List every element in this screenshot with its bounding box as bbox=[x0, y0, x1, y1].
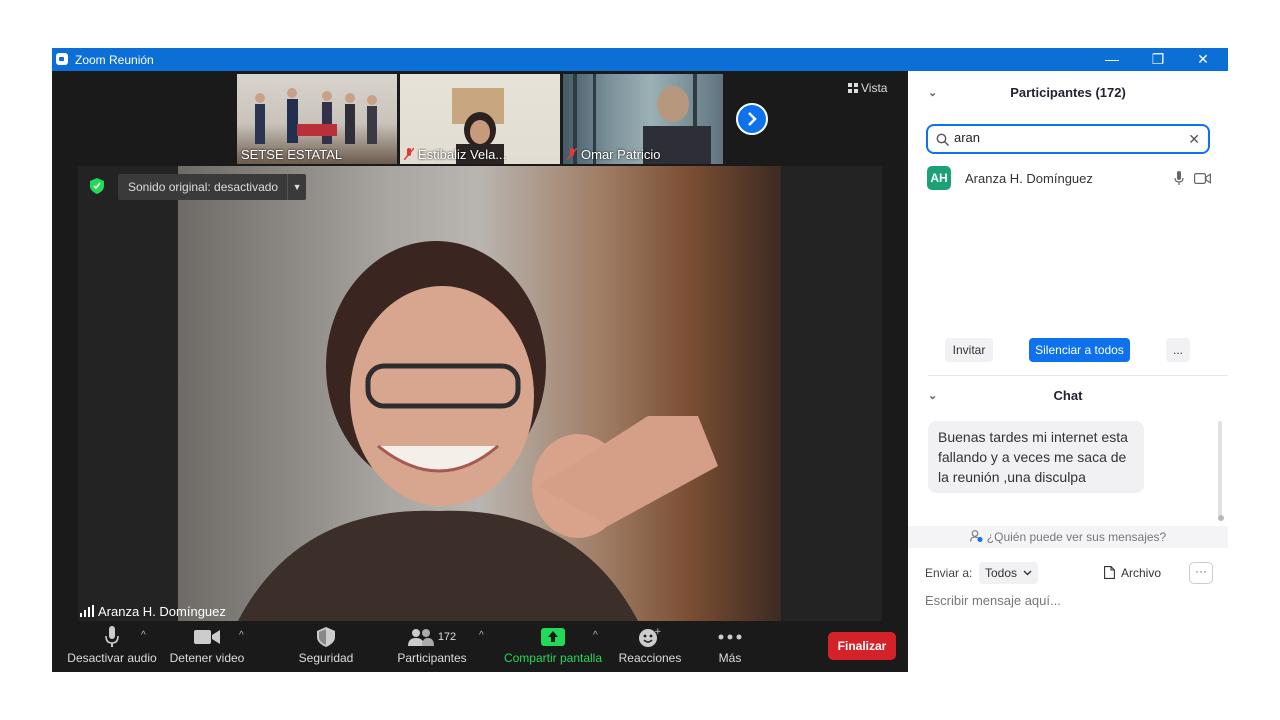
clear-search-icon[interactable]: ✕ bbox=[1188, 131, 1200, 148]
reaction-smiley-icon: + bbox=[639, 627, 661, 647]
thumbnail-label: SETSE ESTATAL bbox=[241, 147, 343, 162]
chevron-down-icon[interactable]: ▼ bbox=[287, 174, 306, 200]
search-input[interactable] bbox=[954, 130, 1174, 145]
more-button[interactable]: Más bbox=[704, 624, 756, 672]
speaker-figure-icon bbox=[238, 241, 718, 621]
share-screen-icon bbox=[541, 628, 565, 646]
chat-more-button[interactable]: ··· bbox=[1189, 562, 1213, 584]
security-label: Seguridad bbox=[298, 651, 354, 665]
avatar: AH bbox=[927, 166, 951, 190]
video-options-caret[interactable]: ^ bbox=[239, 630, 244, 641]
next-page-button[interactable] bbox=[736, 103, 768, 135]
title-bar: Zoom Reunión — ❐ ✕ bbox=[52, 48, 1228, 71]
thumbnail-video[interactable]: SETSE ESTATAL bbox=[237, 74, 397, 164]
share-screen-label: Compartir pantalla bbox=[503, 651, 603, 665]
end-meeting-button[interactable]: Finalizar bbox=[828, 632, 896, 660]
shield-icon bbox=[317, 627, 335, 647]
mute-all-button[interactable]: Silenciar a todos bbox=[1029, 338, 1130, 362]
video-area: SETSE ESTATAL Estibaliz Vela... Omar Pat… bbox=[52, 71, 908, 624]
original-sound-toggle[interactable]: Sonido original: desactivado ▼ bbox=[118, 174, 307, 200]
thumbnail-video[interactable]: Estibaliz Vela... bbox=[400, 74, 560, 164]
chat-title: Chat bbox=[1053, 388, 1083, 403]
participants-count: 172 bbox=[437, 631, 457, 643]
video-camera-icon bbox=[194, 630, 220, 644]
share-screen-button[interactable]: Compartir pantalla bbox=[500, 624, 606, 672]
meeting-toolbar: Desactivar audio ^ Detener video ^ Segur… bbox=[52, 624, 908, 672]
muted-mic-icon bbox=[567, 148, 577, 160]
chat-scrollbar[interactable] bbox=[1218, 421, 1222, 517]
view-button[interactable]: Vista bbox=[848, 81, 887, 95]
participants-header: ⌄ Participantes (172) bbox=[908, 71, 1228, 115]
search-icon bbox=[936, 133, 949, 146]
chat-message-input[interactable]: Escribir mensaje aquí... bbox=[925, 593, 1061, 608]
thumbnail-name: Omar Patricio bbox=[581, 147, 661, 162]
mute-audio-label: Desactivar audio bbox=[67, 651, 157, 665]
participant-search[interactable]: ✕ bbox=[926, 124, 1210, 154]
scroll-thumb[interactable] bbox=[1218, 515, 1224, 521]
signal-bars-icon bbox=[80, 605, 94, 617]
audio-options-caret[interactable]: ^ bbox=[141, 630, 146, 641]
minimize-button[interactable]: — bbox=[1089, 48, 1135, 71]
chevron-down-icon bbox=[1023, 570, 1032, 576]
participants-title: Participantes (172) bbox=[1010, 85, 1126, 100]
recipient-select[interactable]: Todos bbox=[979, 562, 1039, 584]
file-icon bbox=[1104, 566, 1115, 579]
more-label: Más bbox=[718, 651, 742, 665]
message-visibility-link[interactable]: ¿Quién puede ver sus mensajes? bbox=[908, 526, 1228, 548]
chevron-down-icon[interactable]: ⌄ bbox=[928, 376, 937, 416]
zoom-window: Zoom Reunión — ❐ ✕ SETSE ESTATAL Estibal… bbox=[52, 48, 1228, 672]
speaker-video-feed bbox=[178, 166, 781, 621]
participants-button[interactable]: 172 Participantes bbox=[390, 624, 474, 672]
recipient-value: Todos bbox=[985, 566, 1018, 580]
visibility-label: ¿Quién puede ver sus mensajes? bbox=[986, 530, 1167, 544]
chat-header: ⌄ Chat bbox=[908, 376, 1228, 416]
participant-name: Aranza H. Domínguez bbox=[965, 171, 1093, 186]
muted-mic-icon bbox=[404, 148, 414, 160]
participants-more-button[interactable]: ... bbox=[1166, 338, 1190, 362]
microphone-icon bbox=[105, 626, 119, 647]
chat-message: Buenas tardes mi internet esta fallando … bbox=[928, 421, 1144, 493]
speaker-name-label: Aranza H. Domínguez bbox=[80, 604, 226, 619]
participants-icon bbox=[407, 629, 434, 646]
more-dots-icon bbox=[718, 634, 742, 640]
close-button[interactable]: ✕ bbox=[1180, 48, 1226, 71]
stop-video-button[interactable]: Detener video bbox=[166, 624, 248, 672]
participants-options-caret[interactable]: ^ bbox=[479, 630, 484, 641]
stop-video-label: Detener video bbox=[169, 651, 245, 665]
window-title: Zoom Reunión bbox=[75, 53, 154, 67]
restore-button[interactable]: ❐ bbox=[1135, 48, 1181, 71]
share-options-caret[interactable]: ^ bbox=[593, 630, 598, 641]
person-info-icon bbox=[969, 530, 983, 542]
video-camera-icon[interactable] bbox=[1194, 173, 1211, 184]
thumbnail-label-wrap: Estibaliz Vela... bbox=[404, 147, 506, 162]
zoom-logo-icon bbox=[56, 53, 68, 65]
reactions-label: Reacciones bbox=[618, 651, 682, 665]
file-button[interactable]: Archivo bbox=[1104, 566, 1161, 580]
active-speaker-video[interactable]: Sonido original: desactivado ▼ Aranza H.… bbox=[78, 166, 882, 621]
invite-button[interactable]: Invitar bbox=[945, 338, 993, 362]
svg-text:+: + bbox=[654, 627, 661, 637]
microphone-icon[interactable] bbox=[1174, 171, 1184, 186]
thumbnail-name: Estibaliz Vela... bbox=[418, 147, 507, 162]
encryption-shield-icon[interactable] bbox=[90, 178, 104, 194]
file-label: Archivo bbox=[1121, 566, 1162, 580]
view-label: Vista bbox=[861, 81, 888, 95]
reactions-button[interactable]: + Reacciones bbox=[614, 624, 686, 672]
participant-row[interactable]: AH Aranza H. Domínguez bbox=[926, 166, 1216, 192]
thumbnail-label-wrap: Omar Patricio bbox=[567, 147, 660, 162]
participants-label: Participantes bbox=[397, 651, 467, 665]
side-panel: ⌄ Participantes (172) ✕ AH Aranza H. Dom… bbox=[908, 71, 1228, 672]
chevron-right-icon bbox=[748, 112, 757, 126]
mute-audio-button[interactable]: Desactivar audio bbox=[60, 624, 164, 672]
send-to-label: Enviar a: bbox=[925, 566, 973, 580]
grid-icon bbox=[848, 83, 858, 93]
chevron-down-icon[interactable]: ⌄ bbox=[928, 71, 937, 115]
speaker-name: Aranza H. Domínguez bbox=[98, 604, 226, 619]
security-button[interactable]: Seguridad bbox=[288, 624, 364, 672]
thumbnail-video[interactable]: Omar Patricio bbox=[563, 74, 723, 164]
original-sound-label: Sonido original: desactivado bbox=[128, 180, 279, 194]
